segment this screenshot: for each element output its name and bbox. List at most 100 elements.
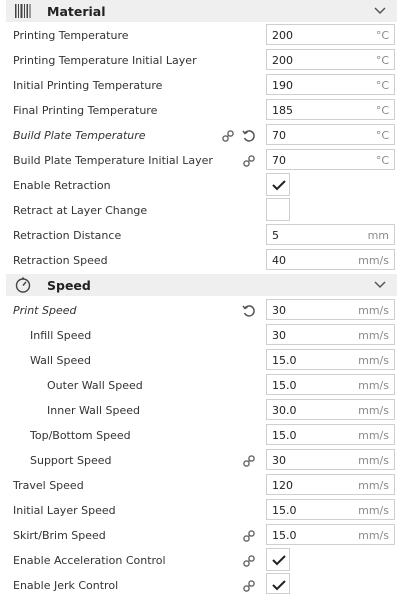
inner-wall-speed-input[interactable]: 30.0 mm/s [266, 399, 395, 420]
field-unit: mm/s [358, 479, 389, 492]
field-unit: °C [375, 154, 389, 167]
setting-label: Retraction Speed [13, 254, 108, 267]
setting-label: Travel Speed [13, 479, 84, 492]
setting-label: Enable Retraction [13, 179, 111, 192]
field-value: 40 [272, 254, 286, 267]
setting-row-top-bottom-speed: Top/Bottom Speed 15.0 mm/s [0, 423, 400, 448]
setting-label: Retraction Distance [13, 229, 122, 242]
outer-wall-speed-input[interactable]: 15.0 mm/s [266, 374, 395, 395]
setting-label: Initial Printing Temperature [13, 79, 163, 92]
field-unit: °C [375, 54, 389, 67]
setting-row-inner-wall-speed: Inner Wall Speed 30.0 mm/s [0, 398, 400, 423]
setting-label: Top/Bottom Speed [30, 429, 131, 442]
field-value: 200 [272, 54, 293, 67]
link-icon[interactable] [242, 454, 256, 468]
field-unit: °C [375, 104, 389, 117]
field-value: 200 [272, 29, 293, 42]
setting-row-initial-printing-temperature: Initial Printing Temperature 190 °C [0, 73, 400, 98]
setting-label: Skirt/Brim Speed [13, 529, 106, 542]
build-plate-temperature-input[interactable]: 70 °C [266, 124, 395, 145]
field-value: 120 [272, 479, 293, 492]
setting-row-initial-layer-speed: Initial Layer Speed 15.0 mm/s [0, 498, 400, 523]
reset-icon[interactable] [242, 304, 256, 318]
link-icon[interactable] [242, 154, 256, 168]
field-value: 30 [272, 329, 286, 342]
field-unit: mm/s [358, 454, 389, 467]
infill-speed-input[interactable]: 30 mm/s [266, 324, 395, 345]
setting-row-print-speed: Print Speed 30 mm/s [0, 298, 400, 323]
reset-icon[interactable] [242, 129, 256, 143]
field-value: 30.0 [272, 404, 297, 417]
setting-row-enable-acceleration-control: Enable Acceleration Control [0, 548, 400, 573]
top-bottom-speed-input[interactable]: 15.0 mm/s [266, 424, 395, 445]
setting-label: Print Speed [13, 304, 77, 317]
setting-label: Printing Temperature Initial Layer [13, 54, 197, 67]
field-unit: mm/s [358, 529, 389, 542]
setting-label: Enable Jerk Control [13, 579, 119, 592]
link-icon[interactable] [242, 529, 256, 543]
initial-layer-speed-input[interactable]: 15.0 mm/s [266, 499, 395, 520]
setting-row-retraction-speed: Retraction Speed 40 mm/s [0, 248, 400, 273]
field-unit: mm/s [358, 404, 389, 417]
initial-printing-temperature-input[interactable]: 190 °C [266, 74, 395, 95]
field-value: 30 [272, 454, 286, 467]
field-value: 185 [272, 104, 293, 117]
enable-retraction-checkbox[interactable] [266, 173, 290, 196]
setting-label: Infill Speed [30, 329, 92, 342]
field-value: 15.0 [272, 529, 297, 542]
field-value: 15.0 [272, 504, 297, 517]
setting-row-printing-temperature: Printing Temperature 200 °C [0, 23, 400, 48]
field-unit: mm/s [358, 329, 389, 342]
field-unit: mm/s [358, 254, 389, 267]
chevron-down-icon[interactable] [373, 5, 387, 17]
setting-row-enable-jerk-control: Enable Jerk Control [0, 573, 400, 598]
retract-at-layer-change-checkbox[interactable] [266, 198, 290, 221]
build-plate-temperature-initial-layer-input[interactable]: 70 °C [266, 149, 395, 170]
enable-acceleration-control-checkbox[interactable] [266, 548, 290, 571]
field-value: 15.0 [272, 354, 297, 367]
travel-speed-input[interactable]: 120 mm/s [266, 474, 395, 495]
field-unit: °C [375, 79, 389, 92]
section-title: Speed [47, 277, 91, 293]
field-unit: mm/s [358, 429, 389, 442]
field-value: 15.0 [272, 379, 297, 392]
setting-row-support-speed: Support Speed 30 mm/s [0, 448, 400, 473]
wall-speed-input[interactable]: 15.0 mm/s [266, 349, 395, 370]
setting-row-build-plate-temperature: Build Plate Temperature 70 °C [0, 123, 400, 148]
section-header-material[interactable]: Material [6, 0, 397, 22]
support-speed-input[interactable]: 30 mm/s [266, 449, 395, 470]
printing-temperature-input[interactable]: 200 °C [266, 24, 395, 45]
setting-row-outer-wall-speed: Outer Wall Speed 15.0 mm/s [0, 373, 400, 398]
setting-label: Inner Wall Speed [47, 404, 140, 417]
field-unit: mm/s [358, 504, 389, 517]
printing-temperature-initial-layer-input[interactable]: 200 °C [266, 49, 395, 70]
setting-label: Build Plate Temperature [13, 129, 146, 142]
field-unit: mm/s [358, 379, 389, 392]
field-unit: mm/s [358, 354, 389, 367]
field-value: 70 [272, 154, 286, 167]
print-speed-input[interactable]: 30 mm/s [266, 299, 395, 320]
link-icon[interactable] [242, 554, 256, 568]
retraction-distance-input[interactable]: 5 mm [266, 224, 395, 245]
setting-label: Support Speed [30, 454, 112, 467]
setting-row-build-plate-temperature-initial-layer: Build Plate Temperature Initial Layer 70… [0, 148, 400, 173]
setting-label: Wall Speed [30, 354, 92, 367]
chevron-down-icon[interactable] [373, 279, 387, 291]
setting-row-retraction-distance: Retraction Distance 5 mm [0, 223, 400, 248]
field-value: 190 [272, 79, 293, 92]
setting-label: Outer Wall Speed [47, 379, 143, 392]
enable-jerk-control-checkbox[interactable] [266, 573, 290, 594]
link-icon[interactable] [242, 579, 256, 593]
final-printing-temperature-input[interactable]: 185 °C [266, 99, 395, 120]
setting-label: Printing Temperature [13, 29, 129, 42]
field-unit: mm/s [358, 304, 389, 317]
field-unit: °C [375, 129, 389, 142]
setting-row-travel-speed: Travel Speed 120 mm/s [0, 473, 400, 498]
field-value: 5 [272, 229, 279, 242]
spool-barcode-icon [14, 3, 32, 19]
retraction-speed-input[interactable]: 40 mm/s [266, 249, 395, 270]
link-icon[interactable] [221, 129, 235, 143]
skirt-brim-speed-input[interactable]: 15.0 mm/s [266, 524, 395, 545]
field-value: 30 [272, 304, 286, 317]
section-header-speed[interactable]: Speed [6, 274, 397, 296]
